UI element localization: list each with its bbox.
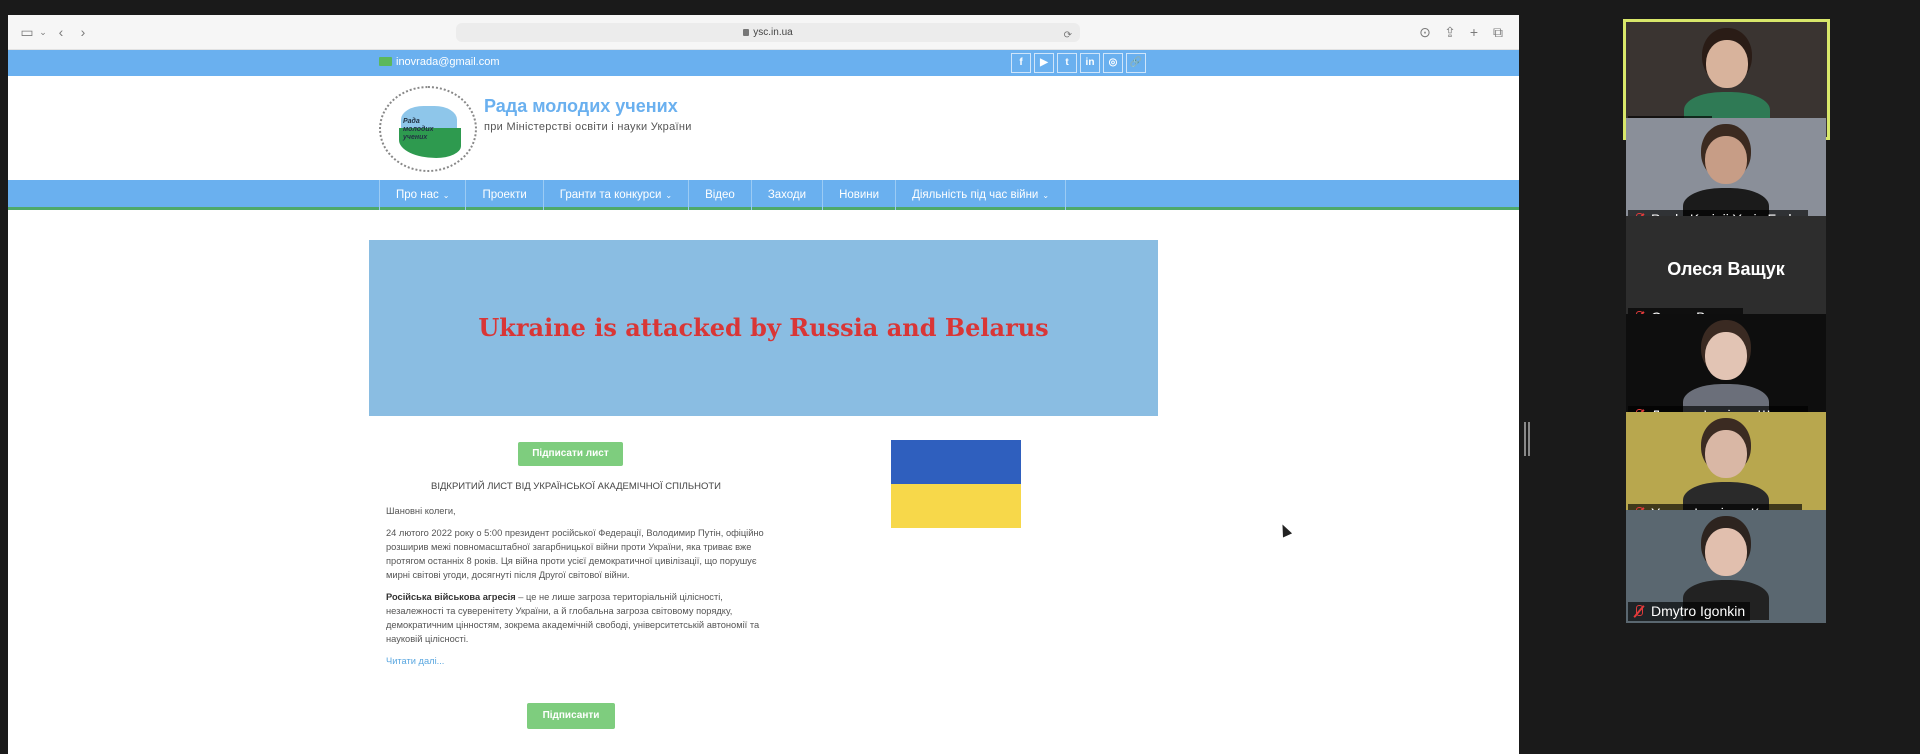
shared-screen-browser: ▭ ⌄ ‹ › ysc.in.ua ⟳ ⊙ ⇪ + ⧉ inovrada@gma… xyxy=(8,15,1519,754)
forward-icon[interactable]: › xyxy=(74,23,92,41)
new-tab-icon[interactable]: + xyxy=(1465,23,1483,41)
social-link-3-icon[interactable]: in xyxy=(1080,53,1100,73)
letter-paragraph-2: Російська військова агресія – це не лише… xyxy=(386,590,766,646)
participant-head xyxy=(1705,332,1747,380)
share-icon[interactable]: ⇪ xyxy=(1441,23,1459,41)
letter-bold-phrase: Російська військова агресія xyxy=(386,592,516,602)
site-header: Рада молодих учених Рада молодих учених … xyxy=(8,76,1519,180)
letter-heading: ВІДКРИТИЙ ЛИСТ ВІД УКРАЇНСЬКОЇ АКАДЕМІЧН… xyxy=(431,481,721,492)
nav-item-6[interactable]: Діяльність під час війни ⌄ xyxy=(896,180,1067,210)
participant-tile[interactable]: Олеся ВащукОлеся Ващук xyxy=(1626,216,1826,329)
mic-muted-icon xyxy=(1633,605,1645,618)
nav-item-label: Відео xyxy=(705,189,735,201)
org-subtitle: при Міністерстві освіти і науки України xyxy=(484,121,692,133)
participant-tile[interactable]: Дарина Ігорівна Шкає... xyxy=(1626,314,1826,427)
screen: ▭ ⌄ ‹ › ysc.in.ua ⟳ ⊙ ⇪ + ⧉ inovrada@gma… xyxy=(0,0,1920,754)
email-text: inovrada@gmail.com xyxy=(396,56,500,68)
social-link-0-icon[interactable]: f xyxy=(1011,53,1031,73)
participant-name-tag: Dmytro Igonkin xyxy=(1628,602,1751,621)
social-links: f ▶ t in ◎ 🔗 xyxy=(1011,53,1146,73)
sign-letter-button[interactable]: Підписати лист xyxy=(518,442,623,466)
social-link-4-icon[interactable]: ◎ xyxy=(1103,53,1123,73)
nav-item-3[interactable]: Відео xyxy=(689,180,752,210)
participant-head xyxy=(1705,136,1747,184)
flag-blue-stripe xyxy=(891,440,1021,484)
participant-head xyxy=(1705,528,1747,576)
participant-head xyxy=(1705,430,1747,478)
reload-icon[interactable]: ⟳ xyxy=(1064,26,1072,45)
site-topbar: inovrada@gmail.com f ▶ t in ◎ 🔗 xyxy=(8,50,1519,76)
nav-items: Про нас ⌄ Проекти Гранти та конкурси ⌄ Відео З… xyxy=(379,180,1067,210)
back-icon[interactable]: ‹ xyxy=(52,23,70,41)
open-letter: ВІДКРИТИЙ ЛИСТ ВІД УКРАЇНСЬКОЇ АКАДЕМІЧН… xyxy=(386,480,766,676)
nav-item-4[interactable]: Заходи xyxy=(752,180,824,210)
logo-text: Рада молодих учених xyxy=(403,118,434,141)
social-link-2-icon[interactable]: t xyxy=(1057,53,1077,73)
ukraine-flag-image xyxy=(891,440,1021,528)
social-link-5-icon[interactable]: 🔗 xyxy=(1126,53,1146,73)
nav-item-label: Про нас xyxy=(396,189,439,201)
participant-name: Dmytro Igonkin xyxy=(1651,603,1746,619)
download-icon[interactable]: ⊙ xyxy=(1416,23,1434,41)
chevron-down-icon[interactable]: ⌄ xyxy=(34,23,52,41)
letter-paragraph-1: 24 лютого 2022 року о 5:00 президент рос… xyxy=(386,528,764,580)
participant-display-name: Олеся Ващук xyxy=(1667,259,1785,279)
participant-head xyxy=(1705,40,1748,88)
nav-item-1[interactable]: Проекти xyxy=(466,180,544,210)
chevron-down-icon: ⌄ xyxy=(665,191,673,200)
nav-item-2[interactable]: Гранти та конкурси ⌄ xyxy=(544,180,690,210)
contact-email[interactable]: inovrada@gmail.com xyxy=(379,56,500,68)
chevron-down-icon: ⌄ xyxy=(1042,191,1050,200)
url-text: ysc.in.ua xyxy=(753,27,793,38)
participant-tile[interactable]: Dmytro Igonkin xyxy=(1626,510,1826,623)
participant-tile[interactable]: Pavlo Krainii Yuriy Fed... xyxy=(1626,118,1826,231)
war-banner: Ukraine is attacked by Russia and Belaru… xyxy=(369,240,1158,416)
main-nav: Про нас ⌄ Проекти Гранти та конкурси ⌄ Відео З… xyxy=(8,180,1519,210)
nav-item-label: Заходи xyxy=(767,189,807,201)
participant-tile[interactable]: Уляна Іванівна Костюк xyxy=(1626,412,1826,525)
letter-greeting: Шановні колеги, xyxy=(386,506,456,516)
nav-item-5[interactable]: Новини xyxy=(823,180,897,210)
mouse-cursor-icon xyxy=(1277,522,1293,538)
mail-icon xyxy=(379,57,392,66)
nav-item-label: Гранти та конкурси xyxy=(559,189,662,201)
nav-item-label: Новини xyxy=(839,189,880,201)
banner-title: Ukraine is attacked by Russia and Belaru… xyxy=(478,313,1049,342)
nav-item-0[interactable]: Про нас ⌄ xyxy=(380,180,467,210)
nav-item-label: Проекти xyxy=(482,189,527,201)
browser-toolbar: ▭ ⌄ ‹ › ysc.in.ua ⟳ ⊙ ⇪ + ⧉ xyxy=(8,15,1519,50)
site-logo[interactable]: Рада молодих учених xyxy=(379,86,477,172)
signers-button[interactable]: Підписанти xyxy=(527,703,615,729)
read-more-link[interactable]: Читати далі... xyxy=(386,656,444,666)
tabs-overview-icon[interactable]: ⧉ xyxy=(1489,23,1507,41)
nav-item-label: Діяльність під час війни xyxy=(912,189,1039,201)
lock-icon xyxy=(743,29,750,36)
address-bar[interactable]: ysc.in.ua ⟳ xyxy=(456,23,1080,42)
panel-resize-handle[interactable] xyxy=(1524,422,1530,456)
social-link-1-icon[interactable]: ▶ xyxy=(1034,53,1054,73)
flag-yellow-stripe xyxy=(891,484,1021,528)
chevron-down-icon: ⌄ xyxy=(442,191,450,200)
org-name[interactable]: Рада молодих учених xyxy=(484,96,678,117)
